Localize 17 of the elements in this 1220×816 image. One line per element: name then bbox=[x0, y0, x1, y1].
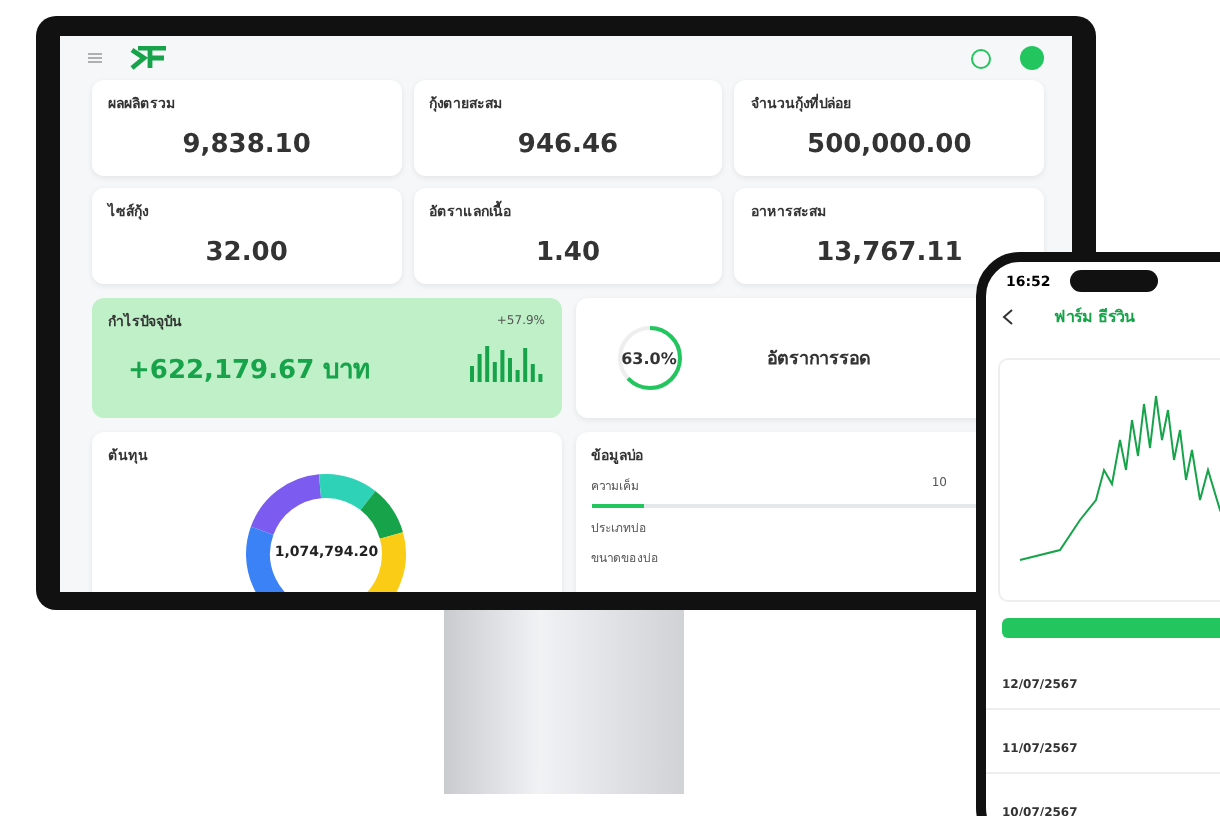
phone-title: ฟาร์ม ธีรวิน bbox=[1054, 305, 1134, 330]
stat-value: 1.40 bbox=[535, 238, 601, 268]
logo-icon bbox=[130, 46, 170, 70]
stat-value: 500,000.00 bbox=[807, 130, 972, 160]
stat-value: 946.46 bbox=[517, 130, 619, 160]
survival-label: อัตราการรอด bbox=[767, 347, 871, 372]
stat-value: 32.00 bbox=[205, 238, 288, 268]
bar-chart-icon bbox=[469, 341, 545, 381]
stat-value: 9,838.10 bbox=[182, 130, 311, 160]
profit-value: +622,179.67 บาท bbox=[128, 354, 372, 390]
menu-icon[interactable] bbox=[88, 52, 102, 64]
survival-reading: 63.0% bbox=[619, 347, 679, 371]
phone-notch bbox=[1070, 270, 1159, 292]
back-icon[interactable] bbox=[1002, 308, 1014, 326]
avatar[interactable] bbox=[1020, 46, 1044, 70]
help-icon[interactable] bbox=[970, 47, 992, 69]
stat-value: 13,767.11 bbox=[816, 238, 963, 268]
